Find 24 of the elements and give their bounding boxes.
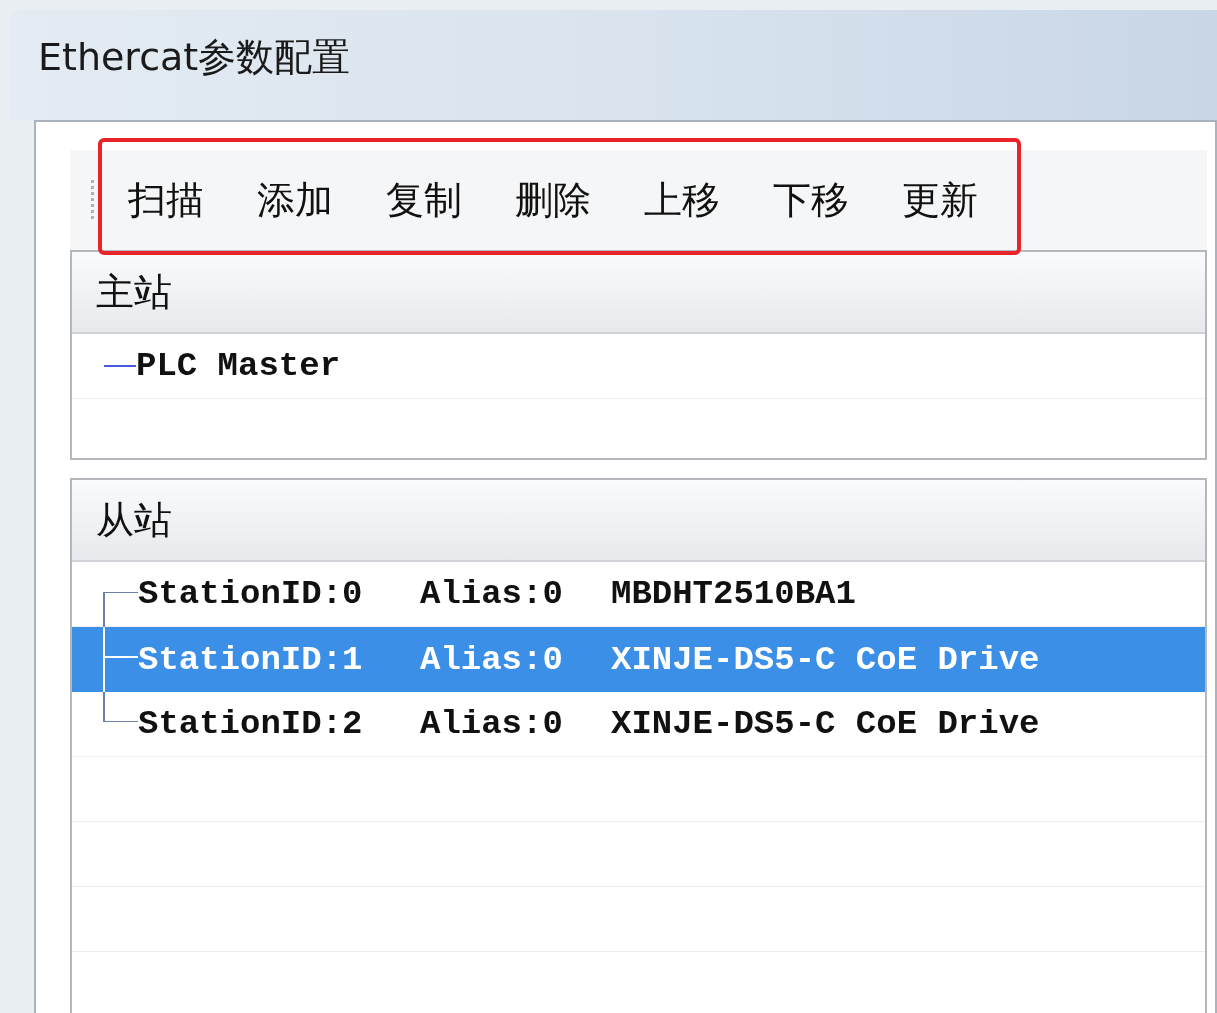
- station-id: StationID:0: [138, 577, 364, 611]
- device-name: XINJE-DS5-C CoE Drive: [611, 707, 1040, 741]
- station-id: StationID:2: [138, 707, 364, 741]
- toolbar-button[interactable]: 下移: [773, 181, 849, 219]
- toolbar-button[interactable]: 上移: [644, 181, 720, 219]
- header-label: 主站: [96, 268, 172, 316]
- toolbar-button[interactable]: 扫描: [128, 181, 204, 219]
- toolbar-button[interactable]: 删除: [515, 181, 591, 219]
- toolbar-button[interactable]: 复制: [386, 181, 462, 219]
- tree-line: [104, 365, 136, 367]
- tree-row[interactable]: PLC Master: [72, 334, 1205, 399]
- alias: Alias:0: [420, 642, 564, 677]
- header-label: 从站: [96, 496, 172, 544]
- grip-icon: [90, 180, 96, 220]
- tree-row[interactable]: StationID:2 Alias:0 XINJE-DS5-C CoE Drive: [72, 692, 1205, 757]
- alias: Alias:0: [420, 577, 564, 611]
- toolbar-button[interactable]: 更新: [902, 181, 978, 219]
- device-name: XINJE-DS5-C CoE Drive: [611, 642, 1040, 677]
- alias: Alias:0: [420, 707, 564, 741]
- window-title: Ethercat参数配置: [38, 38, 351, 76]
- tree-label: PLC Master: [136, 349, 341, 383]
- station-id: StationID:1: [138, 642, 364, 677]
- device-name: MBDHT2510BA1: [611, 577, 856, 611]
- toolbar-button[interactable]: 添加: [257, 181, 333, 219]
